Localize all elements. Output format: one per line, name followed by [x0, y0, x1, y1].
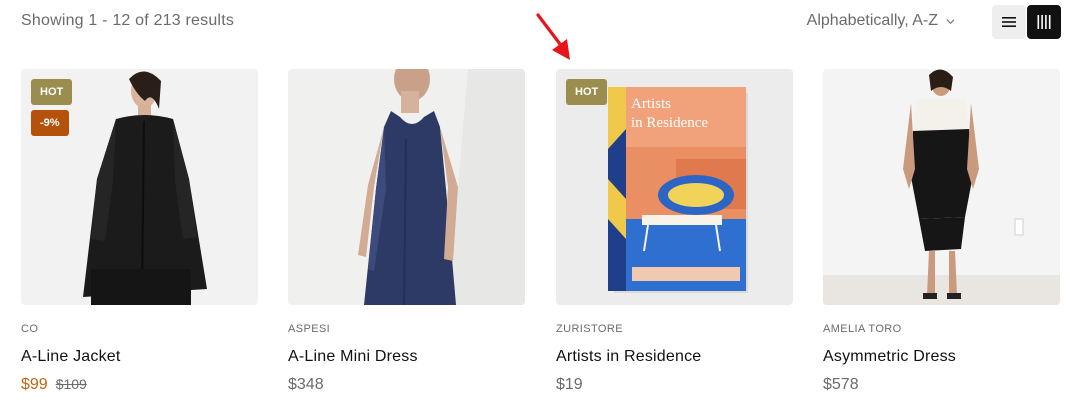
list-icon: [1002, 17, 1016, 27]
product-card: ASPESI A-Line Mini Dress $348: [288, 69, 525, 394]
price-value: $578: [823, 376, 859, 393]
product-grid: HOT -9% CO A-Line Jacket $99 $109 ASPESI: [21, 69, 1061, 409]
product-price: $19: [556, 376, 793, 394]
product-name[interactable]: A-Line Mini Dress: [288, 348, 525, 366]
sort-label: Alphabetically, A-Z: [806, 12, 938, 29]
hot-badge: HOT: [31, 79, 73, 105]
product-brand[interactable]: CO: [21, 323, 258, 335]
product-card: AMELIA TORO Asymmetric Dress $578: [823, 69, 1060, 394]
original-price: $109: [55, 376, 87, 392]
sort-dropdown[interactable]: Alphabetically, A-Z: [807, 12, 955, 30]
product-image-mini-dress: [288, 69, 525, 305]
product-image-link[interactable]: [288, 69, 525, 305]
product-name[interactable]: Artists in Residence: [556, 348, 793, 366]
hot-badge: HOT: [566, 79, 608, 105]
book-cover-title-line1: Artists: [631, 96, 671, 112]
product-image-link[interactable]: [823, 69, 1060, 305]
product-price: $578: [823, 376, 1060, 394]
product-image-link[interactable]: HOT -9%: [21, 69, 258, 305]
discount-badge: -9%: [31, 110, 69, 136]
annotation-arrow-icon: [536, 13, 570, 60]
product-price: $99 $109: [21, 376, 258, 394]
product-brand[interactable]: ZURISTORE: [556, 323, 793, 335]
product-name[interactable]: Asymmetric Dress: [823, 348, 1060, 366]
result-count: Showing 1 - 12 of 213 results: [21, 12, 235, 29]
sale-price: $99: [21, 376, 48, 393]
price-value: $19: [556, 376, 583, 393]
product-image-link[interactable]: Artists in Residence HOT: [556, 69, 793, 305]
book-cover-title-line2: in Residence: [631, 115, 708, 131]
product-image-asymmetric-dress: [823, 69, 1060, 305]
product-card: HOT -9% CO A-Line Jacket $99 $109: [21, 69, 258, 394]
price-value: $348: [288, 376, 324, 393]
product-card: Artists in Residence HOT ZURISTORE Artis…: [556, 69, 793, 394]
grid-columns-icon: [1037, 15, 1051, 29]
product-name[interactable]: A-Line Jacket: [21, 348, 258, 366]
product-price: $348: [288, 376, 525, 394]
product-brand[interactable]: AMELIA TORO: [823, 323, 1060, 335]
chevron-down-icon: [946, 18, 955, 24]
grid-view-button[interactable]: [1027, 5, 1061, 39]
list-view-button[interactable]: [992, 5, 1026, 39]
product-brand[interactable]: ASPESI: [288, 323, 525, 335]
